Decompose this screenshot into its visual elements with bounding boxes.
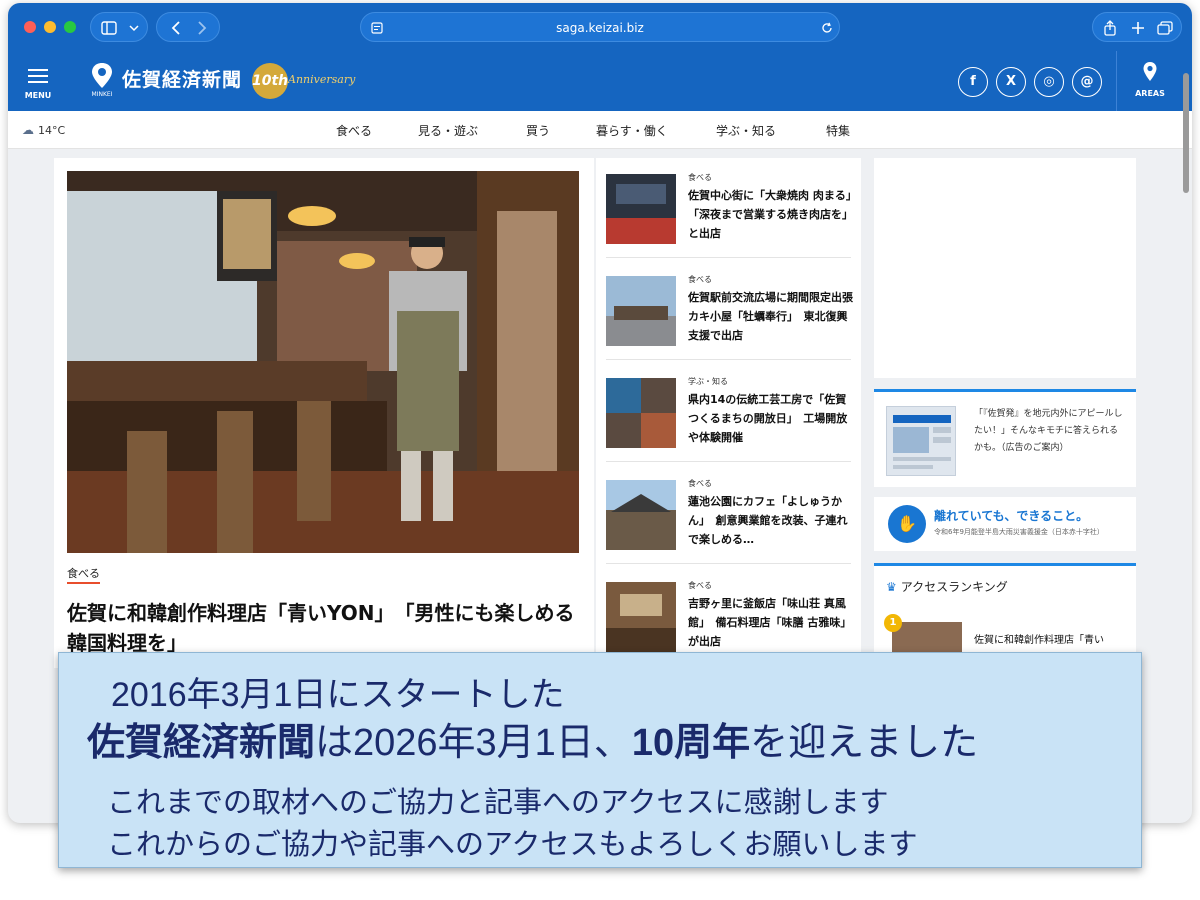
cloud-wind-icon: ☁ xyxy=(22,123,34,137)
hamburger-bar xyxy=(28,81,48,83)
list-item[interactable]: 学ぶ・知る 県内14の伝統工芸工房で「佐賀つくるまちの開放日」 工場開放や体験開… xyxy=(606,362,851,462)
sidebar-toggle-button[interactable] xyxy=(90,12,148,42)
announcement-thanks: これまでの取材へのご協力と記事へのアクセスに感謝します xyxy=(107,787,889,819)
announcement-site-name: 佐賀経済新聞 xyxy=(87,722,316,764)
site-title[interactable]: 佐賀経済新聞 xyxy=(122,65,242,92)
list-item[interactable]: 食べる 蓮池公園にカフェ「よしゅうかん」 創意興業館を改装、子連れで楽しめる… xyxy=(606,464,851,564)
site-header: MENU MINKEI 佐賀経済新聞 10th Anniversary f X … xyxy=(8,51,1192,111)
announcement-line-start-date: 2016年3月1日にスタートした xyxy=(111,676,565,714)
url-text: saga.keizai.biz xyxy=(556,21,644,35)
donation-banner[interactable]: ✋ 離れていても、できること。 令和6年9月能登半島大雨災害義援金（日本赤十字社… xyxy=(874,497,1136,551)
announcement-years: 10周年 xyxy=(631,722,751,764)
hamburger-bar xyxy=(28,75,48,77)
announcement-request: これからのご協力や記事へのアクセスもよろしくお願いします xyxy=(107,829,918,861)
nav-item-learn-know[interactable]: 学ぶ・知る xyxy=(716,122,776,139)
article-category-tag[interactable]: 食べる xyxy=(688,274,712,285)
article-thumbnail[interactable] xyxy=(606,480,676,550)
ad-info-text[interactable]: 「『佐賀発』を地元内外にアピールしたい！」そんなキモチに答えられるかも。（広告の… xyxy=(974,406,1124,457)
article-category-tag[interactable]: 学ぶ・知る xyxy=(688,376,728,387)
website-preview-icon xyxy=(893,415,951,469)
ranking-heading: ♛ アクセスランキング xyxy=(886,578,1008,595)
back-icon[interactable] xyxy=(171,21,181,35)
article-title[interactable]: 県内14の伝統工芸工房で「佐賀つくるまちの開放日」 工場開放や体験開催 xyxy=(688,390,853,447)
x-icon[interactable]: X xyxy=(996,67,1026,97)
minimize-window-button[interactable] xyxy=(44,21,56,33)
browser-actions-group xyxy=(1092,12,1182,42)
article-category-tag[interactable]: 食べる xyxy=(688,580,712,591)
donation-title: 離れていても、できること。 xyxy=(934,509,1089,523)
article-thumbnail[interactable] xyxy=(606,276,676,346)
article-title[interactable]: 佐賀駅前交流広場に期間限定出張カキ小屋「牡蠣奉行」 東北復興支援で出店 xyxy=(688,288,853,345)
announcement-line-anniversary: 佐賀経済新聞は2026年3月1日、10周年を迎えました xyxy=(87,711,978,766)
nav-item-features[interactable]: 特集 xyxy=(826,122,850,139)
location-pin-logo-icon xyxy=(92,63,112,88)
article-title[interactable]: 蓮池公園にカフェ「よしゅうかん」 創意興業館を改装、子連れで楽しめる… xyxy=(688,492,853,549)
maximize-window-button[interactable] xyxy=(64,21,76,33)
list-item[interactable]: 食べる 吉野ヶ里に釜飯店「味山荘 真風館」 備石料理店「味膳 古雅味」が出店 xyxy=(606,566,851,666)
tabs-overview-icon[interactable] xyxy=(1157,21,1173,35)
nav-item-see-play[interactable]: 見る・遊ぶ xyxy=(418,122,478,139)
crown-icon: ♛ xyxy=(886,580,897,594)
anniversary-text: Anniversary xyxy=(288,73,356,86)
areas-button[interactable]: AREAS xyxy=(1120,59,1180,105)
weather-temperature: 14°C xyxy=(38,124,66,137)
announcement-end: を迎えました xyxy=(750,722,979,764)
article-thumbnail[interactable] xyxy=(606,174,676,244)
article-category-tag[interactable]: 食べる xyxy=(688,172,712,183)
share-icon[interactable] xyxy=(1103,20,1117,36)
anniversary-badge: 10th Anniversary xyxy=(248,61,358,101)
anniversary-number: 10th xyxy=(252,63,288,99)
article-category-tag[interactable]: 食べる xyxy=(688,478,712,489)
instagram-icon[interactable]: ◎ xyxy=(1034,67,1064,97)
article-title[interactable]: 吉野ヶ里に釜飯店「味山荘 真風館」 備石料理店「味膳 古雅味」が出店 xyxy=(688,594,853,651)
category-nav: ☁ 14°C 食べる 見る・遊ぶ 買う 暮らす・働く 学ぶ・知る 特集 xyxy=(8,111,1192,149)
sidebar-icon xyxy=(101,21,117,35)
screenshot-stage: saga.keizai.biz MENU MINKEI 佐賀経済新聞 10th … xyxy=(0,0,1200,900)
ranking-title: アクセスランキング xyxy=(900,580,1008,594)
advertisement-slot xyxy=(874,158,1136,378)
ranking-number-badge: 1 xyxy=(884,614,902,632)
history-nav-group xyxy=(156,12,220,42)
article-thumbnail[interactable] xyxy=(606,582,676,652)
address-bar[interactable]: saga.keizai.biz xyxy=(360,12,840,42)
areas-label: AREAS xyxy=(1135,89,1165,98)
threads-icon[interactable]: @ xyxy=(1072,67,1102,97)
nav-item-live-work[interactable]: 暮らす・働く xyxy=(596,122,668,139)
forward-icon[interactable] xyxy=(197,21,207,35)
header-divider xyxy=(1116,51,1117,111)
list-item[interactable]: 食べる 佐賀中心街に「大衆焼肉 肉まる」 「深夜まで営業する焼き肉店を」と出店 xyxy=(606,158,862,258)
main-article-photo[interactable] xyxy=(67,171,579,553)
chevron-down-icon xyxy=(129,25,139,32)
article-thumbnail[interactable] xyxy=(606,378,676,448)
article-list: 食べる 佐賀中心街に「大衆焼肉 肉まる」 「深夜まで営業する焼き肉店を」と出店 … xyxy=(596,158,862,668)
main-article-card[interactable]: 食べる 佐賀に和韓創作料理店「青いYON」 「男性にも楽しめる韓国料理を」 xyxy=(54,158,594,668)
map-pin-icon xyxy=(1143,62,1157,81)
menu-button[interactable]: MENU xyxy=(20,63,56,103)
main-article-title[interactable]: 佐賀に和韓創作料理店「青いYON」 「男性にも楽しめる韓国料理を」 xyxy=(67,598,577,658)
reload-icon[interactable] xyxy=(821,22,833,34)
close-window-button[interactable] xyxy=(24,21,36,33)
new-tab-icon[interactable] xyxy=(1131,21,1145,35)
article-title[interactable]: 佐賀中心街に「大衆焼肉 肉まる」 「深夜まで営業する焼き肉店を」と出店 xyxy=(688,186,862,243)
minkei-logo[interactable]: MINKEI xyxy=(88,61,116,101)
minkei-label: MINKEI xyxy=(91,91,113,98)
nav-item-eat[interactable]: 食べる xyxy=(336,122,372,139)
facebook-icon[interactable]: f xyxy=(958,67,988,97)
main-article-category-tag[interactable]: 食べる xyxy=(67,565,100,584)
weather-widget: ☁ 14°C xyxy=(22,123,65,137)
donation-subtitle: 令和6年9月能登半島大雨災害義援金（日本赤十字社） xyxy=(934,528,1104,536)
hand-heart-icon: ✋ xyxy=(888,505,926,543)
hamburger-icon xyxy=(28,69,48,71)
page-scrollbar[interactable] xyxy=(1183,73,1189,193)
browser-toolbar: saga.keizai.biz xyxy=(8,3,1192,51)
announcement-date: は2026年3月1日、 xyxy=(315,722,632,764)
ad-info-thumbnail[interactable] xyxy=(886,406,956,476)
restaurant-interior-photo xyxy=(67,171,579,553)
anniversary-announcement: 2016年3月1日にスタートした 佐賀経済新聞は2026年3月1日、10周年を迎… xyxy=(58,652,1142,868)
menu-label: MENU xyxy=(24,91,52,100)
nav-item-buy[interactable]: 買う xyxy=(526,122,550,139)
ad-info-box[interactable]: 「『佐賀発』を地元内外にアピールしたい！」そんなキモチに答えられるかも。（広告の… xyxy=(874,389,1136,487)
list-item[interactable]: 食べる 佐賀駅前交流広場に期間限定出張カキ小屋「牡蠣奉行」 東北復興支援で出店 xyxy=(606,260,853,360)
